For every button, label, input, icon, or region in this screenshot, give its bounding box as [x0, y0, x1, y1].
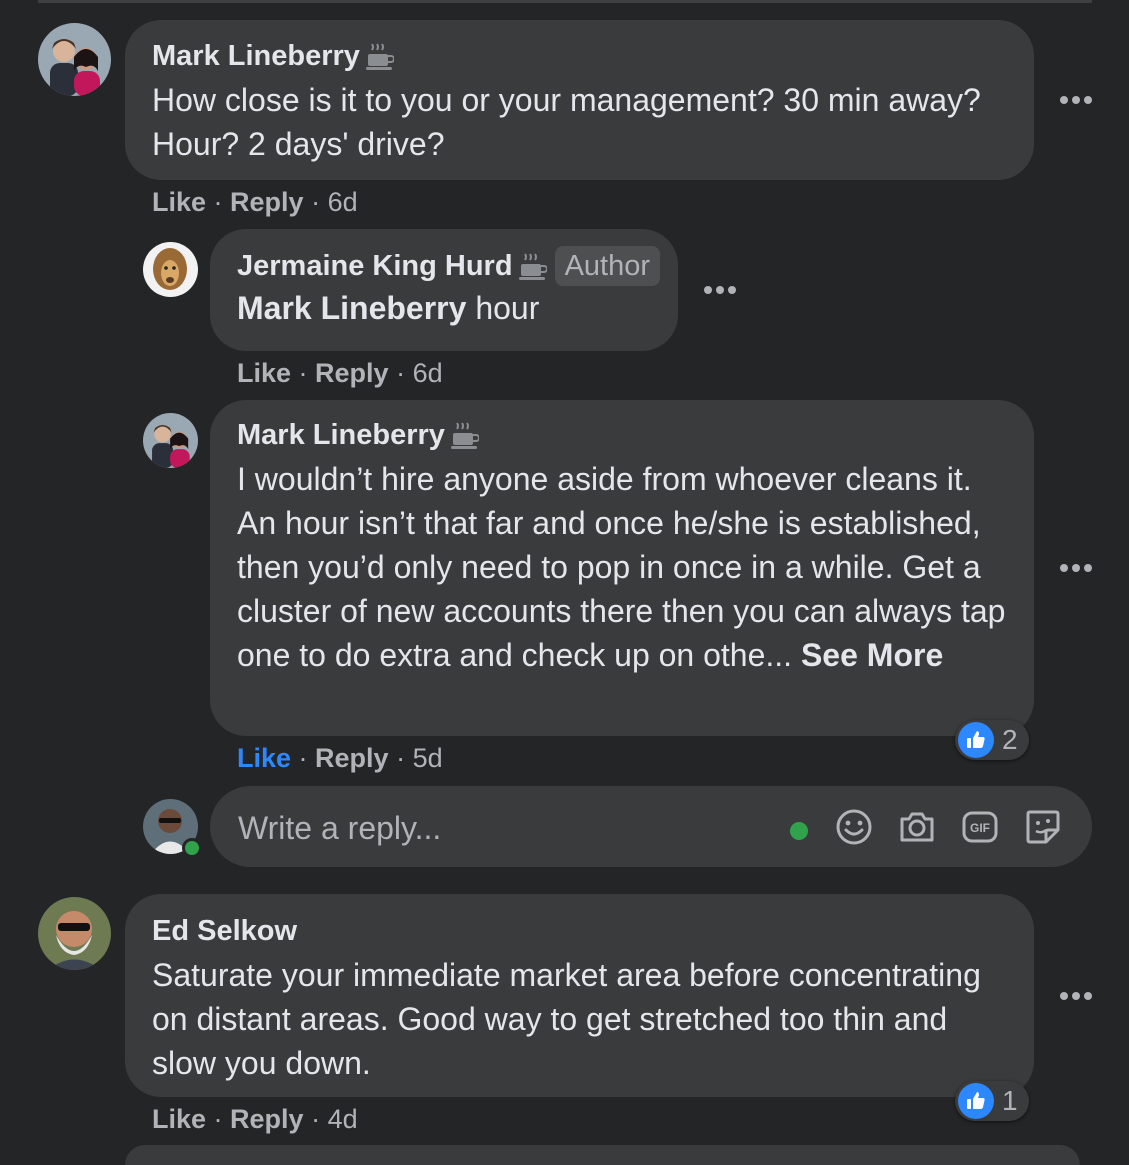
emoji-icon[interactable]	[835, 808, 873, 846]
coffee-cup-icon	[450, 422, 479, 449]
comment-author[interactable]: Mark Lineberry	[237, 417, 445, 453]
mention-link[interactable]: Mark Lineberry	[237, 290, 466, 326]
reaction-summary[interactable]: 1	[955, 1081, 1029, 1121]
comment-bubble: Jermaine King Hurd Author Mark Lineberry …	[210, 229, 678, 351]
comment-actions: Like · Reply · 4d	[152, 1104, 358, 1134]
comment-author[interactable]: Ed Selkow	[152, 913, 297, 949]
more-options-icon[interactable]	[1058, 989, 1094, 1003]
comment-author[interactable]: Jermaine King Hurd	[237, 248, 513, 284]
like-button[interactable]: Like	[152, 1104, 206, 1134]
reply-button[interactable]: Reply	[230, 187, 304, 217]
avatar[interactable]	[38, 897, 111, 970]
comment-actions: Like · Reply · 6d	[237, 358, 443, 388]
reaction-summary[interactable]: 2	[955, 720, 1029, 760]
reply-input[interactable]	[236, 806, 760, 850]
author-badge: Author	[554, 246, 661, 286]
more-options-icon[interactable]	[1058, 561, 1094, 575]
comment-actions: Like · Reply · 6d	[152, 187, 358, 217]
online-status-indicator	[182, 838, 202, 858]
comment-text: How close is it to you or your managemen…	[152, 82, 981, 162]
reaction-count: 2	[1002, 724, 1018, 755]
divider-top	[38, 0, 1092, 3]
comment-timestamp[interactable]: 6d	[328, 187, 358, 217]
next-comment-bubble	[125, 1145, 1080, 1165]
like-button[interactable]: Like	[237, 358, 291, 388]
comment-bubble: Mark Lineberry How close is it to you or…	[125, 20, 1034, 180]
comment-actions: Like · Reply · 5d	[237, 743, 443, 773]
comment-timestamp[interactable]: 4d	[328, 1104, 358, 1134]
comment-text: I wouldn’t hire anyone aside from whoeve…	[237, 457, 1008, 677]
comment-bubble: Ed Selkow Saturate your immediate market…	[125, 894, 1034, 1097]
camera-icon[interactable]	[898, 808, 936, 846]
more-options-icon[interactable]	[1058, 93, 1094, 107]
sticker-icon[interactable]	[1024, 808, 1062, 846]
comment-text: Mark Lineberry hour	[237, 286, 652, 330]
reply-button[interactable]: Reply	[230, 1104, 304, 1134]
avatar[interactable]	[38, 23, 111, 96]
avatar[interactable]	[143, 242, 198, 297]
reply-button[interactable]: Reply	[315, 743, 389, 773]
like-button[interactable]: Like	[152, 187, 206, 217]
reply-button[interactable]: Reply	[315, 358, 389, 388]
svg-text:GIF: GIF	[970, 821, 990, 835]
gif-icon[interactable]: GIF	[961, 808, 999, 846]
thumbs-up-icon	[958, 722, 994, 758]
coffee-cup-icon	[518, 253, 547, 280]
comment-timestamp[interactable]: 6d	[413, 358, 443, 388]
reaction-count: 1	[1002, 1085, 1018, 1116]
comment-author[interactable]: Mark Lineberry	[152, 38, 360, 74]
thumbs-up-icon	[958, 1083, 994, 1119]
more-options-icon[interactable]	[702, 283, 738, 297]
comment-text: Saturate your immediate market area befo…	[152, 957, 981, 1081]
comment-timestamp[interactable]: 5d	[413, 743, 443, 773]
see-more-link[interactable]: See More	[801, 637, 943, 673]
coffee-cup-icon	[365, 43, 394, 70]
comment-bubble: Mark Lineberry I wouldn’t hire anyone as…	[210, 400, 1034, 736]
reply-composer[interactable]: GIF	[210, 786, 1092, 867]
avatar[interactable]	[143, 413, 198, 468]
comment-text-body: hour	[475, 290, 540, 326]
active-status-dot	[790, 822, 808, 840]
like-button[interactable]: Like	[237, 743, 291, 773]
